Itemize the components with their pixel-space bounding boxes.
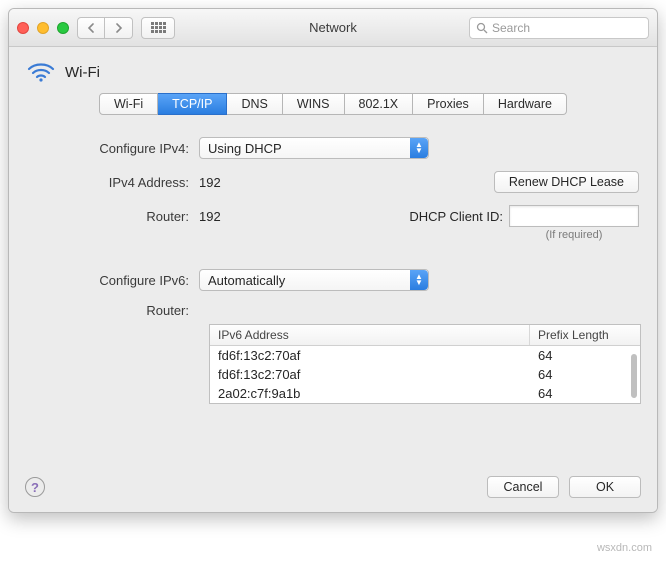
help-button[interactable]: ? [25, 477, 45, 497]
titlebar: Network Search [9, 9, 657, 47]
search-field[interactable]: Search [469, 17, 649, 39]
tab-8021x[interactable]: 802.1X [345, 93, 414, 115]
search-placeholder: Search [492, 21, 530, 35]
tab-wins[interactable]: WINS [283, 93, 345, 115]
ipv6-address-table: IPv6 Address Prefix Length fd6f:13c2:70a… [209, 324, 639, 404]
ipv6-router-label: Router: [27, 303, 199, 318]
updown-arrows-icon: ▲▼ [410, 138, 428, 158]
cancel-button[interactable]: Cancel [487, 476, 559, 498]
window-controls [17, 22, 69, 34]
nav-back-forward [77, 17, 133, 39]
back-button[interactable] [77, 17, 105, 39]
interface-header: Wi-Fi [27, 61, 639, 83]
cell-address: fd6f:13c2:70af [210, 365, 530, 384]
dhcp-client-id-label: DHCP Client ID: [409, 209, 509, 224]
minimize-window-button[interactable] [37, 22, 49, 34]
interface-name: Wi-Fi [65, 64, 100, 81]
ipv4-router-label: Router: [27, 209, 199, 224]
chevron-right-icon [115, 23, 123, 33]
cell-prefix: 64 [530, 346, 640, 365]
tab-wifi[interactable]: Wi-Fi [99, 93, 158, 115]
cell-address: 2a02:c7f:9a1b [210, 384, 530, 403]
ipv4-address-value: 192 [199, 175, 221, 190]
ipv4-address-label: IPv4 Address: [27, 175, 199, 190]
configure-ipv4-value: Using DHCP [208, 141, 282, 156]
ipv4-router-value: 192 [199, 209, 221, 224]
dialog-footer: ? Cancel OK [9, 466, 657, 512]
table-row[interactable]: fd6f:13c2:70af 64 [210, 346, 640, 365]
tab-dns[interactable]: DNS [227, 93, 282, 115]
table-header: IPv6 Address Prefix Length [210, 325, 640, 346]
preferences-window: Network Search Wi-Fi Wi-Fi TCP/IP DNS WI… [8, 8, 658, 513]
tab-proxies[interactable]: Proxies [413, 93, 484, 115]
cell-address: fd6f:13c2:70af [210, 346, 530, 365]
search-icon [476, 22, 488, 34]
tab-tcpip[interactable]: TCP/IP [158, 93, 227, 115]
table-row[interactable]: 2a02:c7f:9a1b 64 [210, 384, 640, 403]
configure-ipv4-label: Configure IPv4: [27, 141, 199, 156]
configure-ipv4-select[interactable]: Using DHCP ▲▼ [199, 137, 429, 159]
configure-ipv6-select[interactable]: Automatically ▲▼ [199, 269, 429, 291]
col-ipv6-address[interactable]: IPv6 Address [210, 325, 530, 345]
ok-button[interactable]: OK [569, 476, 641, 498]
configure-ipv6-value: Automatically [208, 273, 285, 288]
grid-icon [151, 22, 166, 33]
scrollbar[interactable] [631, 354, 637, 398]
tab-bar: Wi-Fi TCP/IP DNS WINS 802.1X Proxies Har… [27, 93, 639, 115]
updown-arrows-icon: ▲▼ [410, 270, 428, 290]
dhcp-client-id-hint: (If required) [509, 229, 639, 241]
col-prefix-length[interactable]: Prefix Length [530, 325, 640, 345]
configure-ipv6-label: Configure IPv6: [27, 273, 199, 288]
watermark: wsxdn.com [597, 542, 652, 554]
zoom-window-button[interactable] [57, 22, 69, 34]
dhcp-client-id-input[interactable] [509, 205, 639, 227]
cell-prefix: 64 [530, 384, 640, 403]
forward-button[interactable] [105, 17, 133, 39]
panel-body: Wi-Fi Wi-Fi TCP/IP DNS WINS 802.1X Proxi… [9, 47, 657, 466]
tab-hardware[interactable]: Hardware [484, 93, 567, 115]
wifi-icon [27, 61, 55, 83]
chevron-left-icon [87, 23, 95, 33]
cell-prefix: 64 [530, 365, 640, 384]
renew-dhcp-button[interactable]: Renew DHCP Lease [494, 171, 639, 193]
show-all-button[interactable] [141, 17, 175, 39]
close-window-button[interactable] [17, 22, 29, 34]
table-row[interactable]: fd6f:13c2:70af 64 [210, 365, 640, 384]
